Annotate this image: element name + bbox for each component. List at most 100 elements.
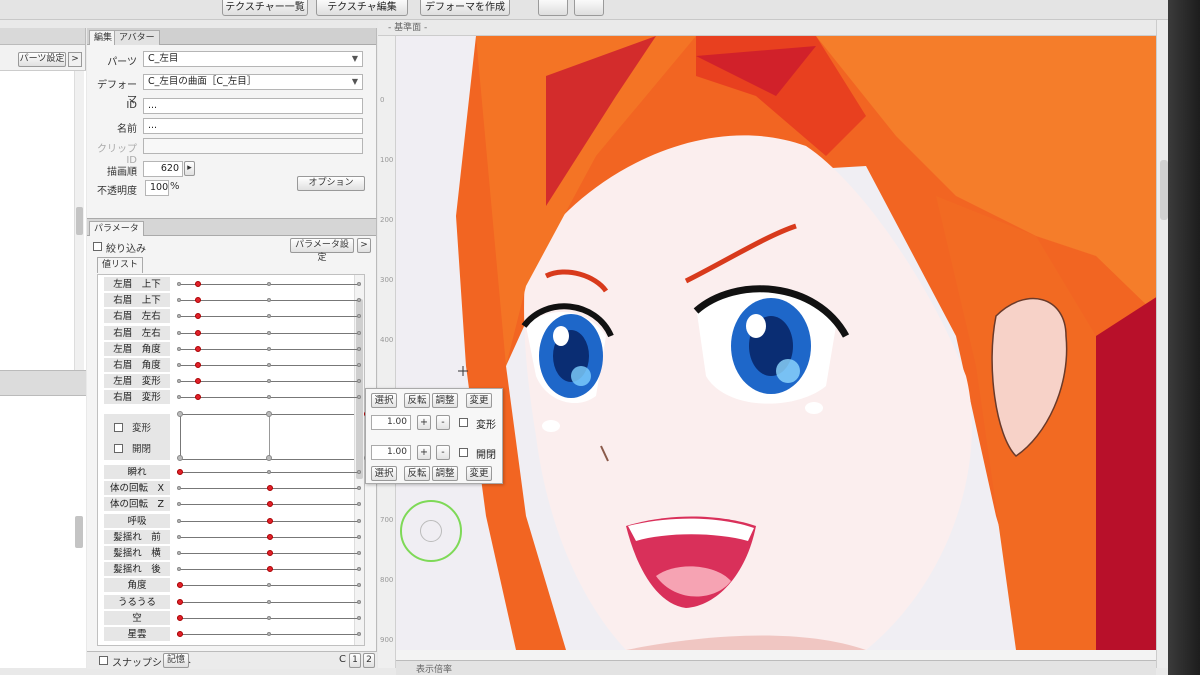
parameter-row[interactable]: 髪揺れ 後 xyxy=(98,562,366,578)
morph-grid[interactable] xyxy=(177,411,365,461)
slider-key-point[interactable] xyxy=(177,363,181,367)
slider-key-point[interactable] xyxy=(357,551,361,555)
texture-edit-button[interactable]: テクスチャ編集 xyxy=(316,0,408,16)
grid-point[interactable] xyxy=(177,455,183,461)
slider-key-point[interactable] xyxy=(357,298,361,303)
slider-handle[interactable] xyxy=(267,533,273,540)
slider-key-point[interactable] xyxy=(177,551,181,555)
parameter-slider[interactable] xyxy=(177,533,361,540)
parameter-slider[interactable] xyxy=(177,501,361,508)
slider-key-point[interactable] xyxy=(357,599,361,604)
parameter-slider[interactable] xyxy=(177,297,361,304)
page-c-label[interactable]: C xyxy=(339,654,346,665)
parameter-slider[interactable] xyxy=(177,631,361,637)
slider-key-point[interactable] xyxy=(177,486,181,491)
slider-key-point[interactable] xyxy=(267,599,271,604)
parameter-row[interactable]: 右眉 左右 xyxy=(98,309,366,325)
parameter-row[interactable]: 右眉 上下 xyxy=(98,293,366,309)
slider-key-point[interactable] xyxy=(357,346,361,351)
slider-handle[interactable] xyxy=(267,566,273,573)
slider-handle[interactable] xyxy=(177,614,183,621)
slider-handle[interactable] xyxy=(267,501,273,508)
grid-point[interactable] xyxy=(177,411,183,417)
slider-key-point[interactable] xyxy=(267,395,271,400)
slider-key-point[interactable] xyxy=(177,534,181,539)
slider-key-point[interactable] xyxy=(357,583,361,588)
adjust-button-2[interactable]: 調整 xyxy=(432,466,458,481)
slider-key-point[interactable] xyxy=(177,314,181,319)
snapshot-checkbox[interactable] xyxy=(99,656,108,665)
slider-key-point[interactable] xyxy=(177,379,181,384)
parameter-row[interactable]: 髪揺れ 横 xyxy=(98,546,366,562)
slider-key-point[interactable] xyxy=(177,395,181,400)
slider-handle[interactable] xyxy=(177,582,183,589)
parts-select[interactable]: C_左目 ▼ xyxy=(143,51,363,67)
slider-key-point[interactable] xyxy=(357,534,361,539)
scroll-thumb[interactable] xyxy=(1160,160,1168,220)
parts-list[interactable] xyxy=(0,70,86,371)
texture-list-button[interactable]: テクスチャー一覧 xyxy=(222,0,308,16)
slider-key-point[interactable] xyxy=(267,346,271,351)
slider-handle[interactable] xyxy=(177,469,183,475)
record-button[interactable]: 記憶 xyxy=(163,653,189,668)
parameter-slider[interactable] xyxy=(177,614,361,621)
parameter-row[interactable]: 右眉 変形 xyxy=(98,390,366,406)
slider-key-point[interactable] xyxy=(357,567,361,572)
page-2-button[interactable]: 2 xyxy=(363,653,375,668)
morph-checkbox[interactable] xyxy=(459,418,468,427)
open-close-checkbox[interactable] xyxy=(114,444,123,453)
parameter-row[interactable]: 瞬れ xyxy=(98,465,366,481)
slider-key-point[interactable] xyxy=(357,486,361,491)
slider-key-point[interactable] xyxy=(267,298,271,303)
parameter-row[interactable]: 体の回転 Z xyxy=(98,497,366,513)
slider-key-point[interactable] xyxy=(267,314,271,319)
slider-key-point[interactable] xyxy=(267,363,271,367)
character-canvas[interactable] xyxy=(396,36,1158,650)
parameter-row[interactable]: 体の回転 X xyxy=(98,481,366,497)
deformer-select[interactable]: C_左目の曲面［C_左目］ ▼ xyxy=(143,74,363,90)
slider-handle[interactable] xyxy=(195,297,201,304)
open-close-value-field[interactable]: 1.00 xyxy=(371,445,411,460)
parameter-row[interactable]: 角度 xyxy=(98,578,366,594)
parameter-row[interactable]: 空 xyxy=(98,610,366,627)
parameter-settings-button[interactable]: パラメータ設定 xyxy=(290,238,354,263)
slider-key-point[interactable] xyxy=(267,632,271,636)
option-button[interactable]: オプション xyxy=(297,176,365,191)
slider-key-point[interactable] xyxy=(357,282,361,286)
parameter-row[interactable]: 右眉 左右 xyxy=(98,325,366,342)
tab-avatar[interactable]: アバター xyxy=(114,30,160,45)
change-button[interactable]: 変更 xyxy=(466,393,492,408)
slider-key-point[interactable] xyxy=(357,330,361,335)
parameter-row[interactable]: 左眉 角度 xyxy=(98,341,366,358)
tab-value-list[interactable]: 値リスト xyxy=(97,257,144,273)
slider-handle[interactable] xyxy=(267,517,273,524)
slider-handle[interactable] xyxy=(177,631,183,637)
slider-key-point[interactable] xyxy=(357,632,361,636)
slider-key-point[interactable] xyxy=(357,615,361,620)
parameter-slider[interactable] xyxy=(177,378,361,385)
parameter-row[interactable]: 左眉 変形 xyxy=(98,374,366,390)
slider-key-point[interactable] xyxy=(267,330,271,335)
select-button-2[interactable]: 選択 xyxy=(371,466,397,481)
slider-key-point[interactable] xyxy=(357,395,361,400)
change-button-2[interactable]: 変更 xyxy=(466,466,492,481)
slider-key-point[interactable] xyxy=(177,567,181,572)
slider-key-point[interactable] xyxy=(357,379,361,384)
slider-handle[interactable] xyxy=(195,362,201,368)
scroll-thumb[interactable] xyxy=(76,207,83,235)
parameter-slider[interactable] xyxy=(177,394,361,401)
slider-handle[interactable] xyxy=(195,378,201,385)
parameter-slider[interactable] xyxy=(177,313,361,320)
slider-key-point[interactable] xyxy=(267,282,271,286)
slider-key-point[interactable] xyxy=(267,470,271,474)
slider-key-point[interactable] xyxy=(177,330,181,335)
filter-checkbox[interactable] xyxy=(93,242,102,251)
slider-key-point[interactable] xyxy=(177,282,181,286)
slider-key-point[interactable] xyxy=(357,502,361,507)
morph-value-field[interactable]: 1.00 xyxy=(371,415,411,430)
tab-edit[interactable]: 編集 xyxy=(89,30,118,45)
slider-handle[interactable] xyxy=(195,281,201,287)
adjust-button[interactable]: 調整 xyxy=(432,393,458,408)
clip-id-field[interactable] xyxy=(143,138,363,154)
parameter-slider[interactable] xyxy=(177,485,361,492)
